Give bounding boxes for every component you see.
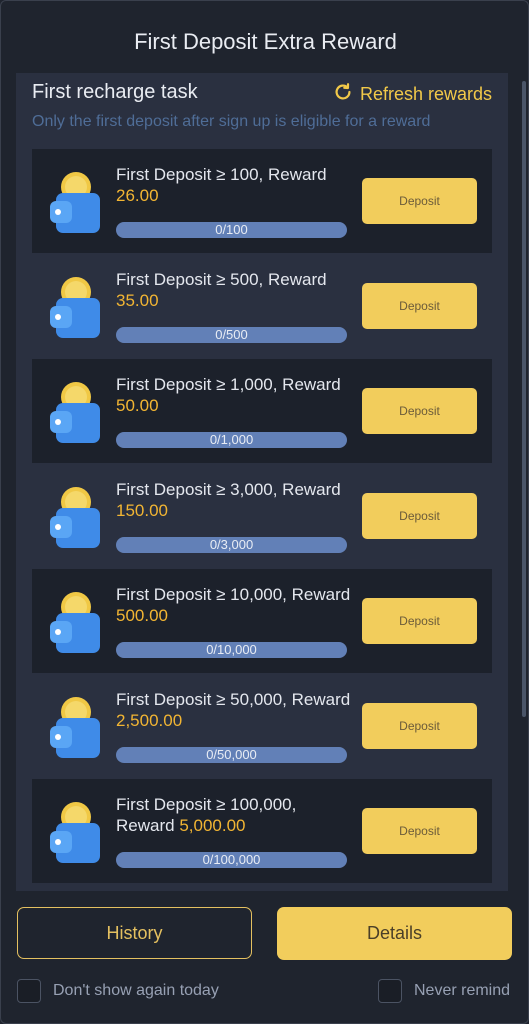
task-condition: First Deposit ≥ 10,000, Reward (116, 585, 351, 604)
wallet-coin-icon (46, 799, 104, 865)
deposit-button[interactable]: Deposit (362, 178, 477, 224)
scrollbar-thumb[interactable] (522, 81, 526, 717)
first-deposit-dialog: First Deposit Extra Reward First recharg… (0, 0, 529, 1024)
refresh-rewards-button[interactable]: Refresh rewards (332, 81, 492, 108)
deposit-button[interactable]: Deposit (362, 283, 477, 329)
dont-show-today-toggle[interactable]: Don't show again today (17, 979, 219, 1003)
task-progress-bar: 0/50,000 (116, 747, 347, 763)
task-description: First Deposit ≥ 10,000, Reward 500.00 (116, 584, 352, 626)
task-progress-bar: 0/100 (116, 222, 347, 238)
deposit-button[interactable]: Deposit (362, 388, 477, 434)
reward-amount: 150.00 (116, 501, 168, 520)
never-remind-toggle[interactable]: Never remind (378, 979, 510, 1003)
task-description: First Deposit ≥ 100,000, Reward 5,000.00 (116, 794, 352, 836)
task-description: First Deposit ≥ 1,000, Reward 50.00 (116, 374, 352, 416)
reward-amount: 26.00 (116, 186, 159, 205)
refresh-rewards-label: Refresh rewards (359, 84, 492, 104)
task-condition: First Deposit ≥ 500, Reward (116, 270, 327, 289)
task-row: First Deposit ≥ 100, Reward 26.00 0/100 … (32, 149, 492, 253)
task-progress-bar: 0/500 (116, 327, 347, 343)
task-section-title: First recharge task (32, 81, 198, 103)
wallet-coin-icon (46, 274, 104, 340)
wallet-coin-icon (46, 589, 104, 655)
task-progress-bar: 0/1,000 (116, 432, 347, 448)
wallet-coin-icon (46, 169, 104, 235)
deposit-button[interactable]: Deposit (362, 598, 477, 644)
task-condition: First Deposit ≥ 3,000, Reward (116, 480, 341, 499)
never-remind-label: Never remind (414, 982, 511, 999)
task-progress-bar: 0/3,000 (116, 537, 347, 553)
task-progress-bar: 0/100,000 (116, 852, 347, 868)
task-condition: First Deposit ≥ 50,000, Reward (116, 690, 351, 709)
reward-amount: 50.00 (116, 396, 159, 415)
refresh-icon (332, 81, 354, 108)
reward-amount: 5,000.00 (179, 816, 246, 835)
task-description: First Deposit ≥ 3,000, Reward 150.00 (116, 479, 352, 521)
task-row: First Deposit ≥ 100,000, Reward 5,000.00… (32, 779, 492, 883)
task-row: First Deposit ≥ 10,000, Reward 500.00 0/… (32, 569, 492, 673)
history-button[interactable]: History (17, 907, 252, 959)
task-list: First Deposit ≥ 100, Reward 26.00 0/100 … (32, 149, 492, 884)
recharge-task-panel: First recharge task Refresh rewards Only… (16, 73, 508, 891)
task-condition: First Deposit ≥ 100, Reward (116, 165, 327, 184)
wallet-coin-icon (46, 694, 104, 760)
reward-amount: 2,500.00 (116, 711, 183, 730)
never-remind-checkbox[interactable] (378, 979, 402, 1003)
dialog-title: First Deposit Extra Reward (134, 29, 397, 54)
wallet-coin-icon (46, 484, 104, 550)
reward-amount: 35.00 (116, 291, 159, 310)
reward-amount: 500.00 (116, 606, 168, 625)
dont-show-today-label: Don't show again today (53, 982, 219, 999)
deposit-button[interactable]: Deposit (362, 703, 477, 749)
task-row: First Deposit ≥ 3,000, Reward 150.00 0/3… (32, 464, 492, 568)
deposit-button[interactable]: Deposit (362, 493, 477, 539)
details-button[interactable]: Details (277, 907, 512, 960)
task-row: First Deposit ≥ 500, Reward 35.00 0/500 … (32, 254, 492, 358)
task-progress-bar: 0/10,000 (116, 642, 347, 658)
task-row: First Deposit ≥ 1,000, Reward 50.00 0/1,… (32, 359, 492, 463)
task-description: First Deposit ≥ 50,000, Reward 2,500.00 (116, 689, 352, 731)
task-condition: First Deposit ≥ 1,000, Reward (116, 375, 341, 394)
deposit-button[interactable]: Deposit (362, 808, 477, 854)
task-row: First Deposit ≥ 50,000, Reward 2,500.00 … (32, 674, 492, 778)
task-description: First Deposit ≥ 100, Reward 26.00 (116, 164, 352, 206)
dont-show-today-checkbox[interactable] (17, 979, 41, 1003)
wallet-coin-icon (46, 379, 104, 445)
eligibility-note: Only the first deposit after sign up is … (32, 113, 431, 130)
task-description: First Deposit ≥ 500, Reward 35.00 (116, 269, 352, 311)
